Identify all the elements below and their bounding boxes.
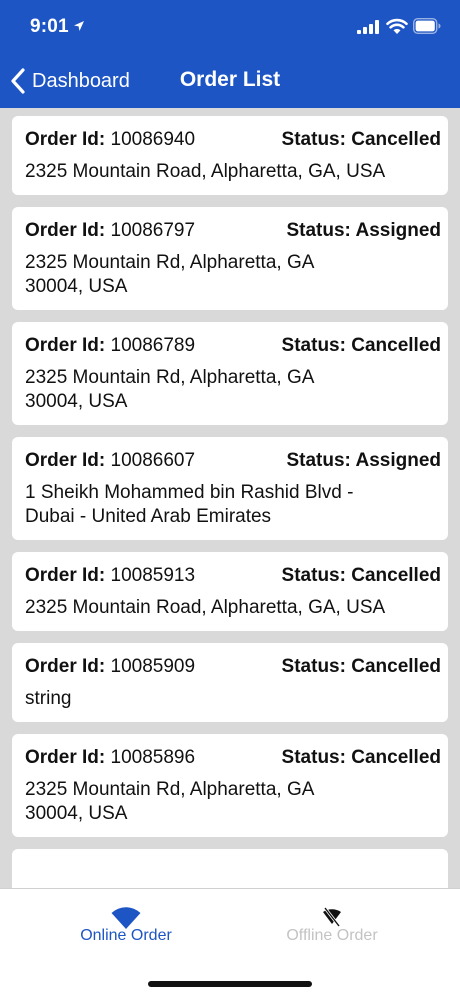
- order-card[interactable]: Order Id: 10085913 Status: Cancelled 232…: [12, 552, 448, 631]
- order-address: 2325 Mountain Road, Alpharetta, GA, USA: [25, 161, 386, 182]
- page-title: Order List: [179, 68, 281, 91]
- order-card[interactable]: Order Id: 10086797 Status: Assigned 2325…: [12, 207, 448, 310]
- order-list[interactable]: Order Id: 10086940 Status: Cancelled 232…: [12, 116, 448, 888]
- status-time: 9:01: [30, 16, 69, 37]
- order-status-label: Status:: [281, 129, 346, 150]
- order-id-value: 10085896: [110, 747, 196, 768]
- order-status-value: Assigned: [355, 450, 441, 471]
- order-id-label: Order Id:: [25, 656, 106, 677]
- tab-online-order-label: Online Order: [80, 927, 172, 944]
- order-status: Status: Assigned: [286, 219, 441, 243]
- order-id-value: 10086789: [110, 335, 196, 356]
- order-id: Order Id: 10086789: [25, 334, 195, 358]
- tab-online-order[interactable]: Online Order: [26, 905, 226, 955]
- order-card[interactable]: Order Id: 10085896 Status: Cancelled 232…: [12, 734, 448, 837]
- order-card[interactable]: Order Id: 10086789 Status: Cancelled 232…: [12, 322, 448, 425]
- order-id-label: Order Id:: [25, 129, 106, 150]
- order-status-value: Cancelled: [351, 129, 441, 150]
- order-status: Status: Cancelled: [282, 334, 441, 358]
- order-id: Order Id: 10085913: [25, 564, 195, 588]
- cellular-signal-icon: [357, 20, 379, 34]
- order-status-value: Cancelled: [351, 335, 441, 356]
- battery-icon: [413, 18, 441, 34]
- order-id-label: Order Id:: [25, 747, 106, 768]
- order-status-value: Assigned: [355, 220, 441, 241]
- order-card-partial[interactable]: [12, 849, 448, 888]
- order-status: Status: Cancelled: [282, 564, 441, 588]
- tab-bar: Online Order Offline Order: [0, 888, 460, 996]
- app-header: 9:01 Dashboard Order List: [0, 0, 460, 108]
- order-address: 2325 Mountain Rd, Alpharetta, GA 30004, …: [25, 367, 314, 412]
- order-id-value: 10086940: [110, 129, 196, 150]
- order-status-label: Status:: [281, 747, 346, 768]
- order-status-label: Status:: [281, 335, 346, 356]
- order-status-label: Status:: [281, 565, 346, 586]
- order-id: Order Id: 10085896: [25, 746, 195, 770]
- order-address: 1 Sheikh Mohammed bin Rashid Blvd - Duba…: [25, 482, 354, 527]
- order-address: string: [25, 688, 72, 709]
- order-id: Order Id: 10085909: [25, 655, 195, 679]
- order-status-value: Cancelled: [351, 747, 441, 768]
- tab-offline-order-label: Offline Order: [286, 927, 378, 944]
- order-id-label: Order Id:: [25, 335, 106, 356]
- location-arrow-icon: [74, 21, 84, 31]
- order-status-value: Cancelled: [351, 656, 441, 677]
- order-id-value: 10085913: [110, 565, 196, 586]
- wifi-icon: [386, 18, 408, 34]
- order-card[interactable]: Order Id: 10086607 Status: Assigned 1 Sh…: [12, 437, 448, 540]
- order-card[interactable]: Order Id: 10085909 Status: Cancelled str…: [12, 643, 448, 722]
- order-status-value: Cancelled: [351, 565, 441, 586]
- order-status: Status: Assigned: [286, 449, 441, 473]
- order-id-label: Order Id:: [25, 450, 106, 471]
- order-status: Status: Cancelled: [282, 655, 441, 679]
- order-id: Order Id: 10086940: [25, 128, 195, 152]
- order-status: Status: Cancelled: [282, 128, 441, 152]
- order-card[interactable]: Order Id: 10086940 Status: Cancelled 232…: [12, 116, 448, 195]
- order-address: 2325 Mountain Rd, Alpharetta, GA 30004, …: [25, 779, 314, 824]
- order-id: Order Id: 10086607: [25, 449, 195, 473]
- order-address: 2325 Mountain Road, Alpharetta, GA, USA: [25, 597, 386, 618]
- order-status: Status: Cancelled: [282, 746, 441, 770]
- order-id-label: Order Id:: [25, 220, 106, 241]
- order-id-value: 10086797: [110, 220, 196, 241]
- order-status-label: Status:: [286, 450, 351, 471]
- order-address: 2325 Mountain Rd, Alpharetta, GA 30004, …: [25, 252, 314, 297]
- order-id-value: 10085909: [110, 656, 196, 677]
- home-indicator: [148, 981, 312, 987]
- order-id-label: Order Id:: [25, 565, 106, 586]
- order-status-label: Status:: [281, 656, 346, 677]
- status-bar: 9:01: [0, 0, 460, 54]
- order-id-value: 10086607: [110, 450, 196, 471]
- tab-offline-order[interactable]: Offline Order: [232, 905, 432, 955]
- order-id: Order Id: 10086797: [25, 219, 195, 243]
- navigation-bar: Dashboard Order List: [0, 54, 460, 108]
- order-status-label: Status:: [286, 220, 351, 241]
